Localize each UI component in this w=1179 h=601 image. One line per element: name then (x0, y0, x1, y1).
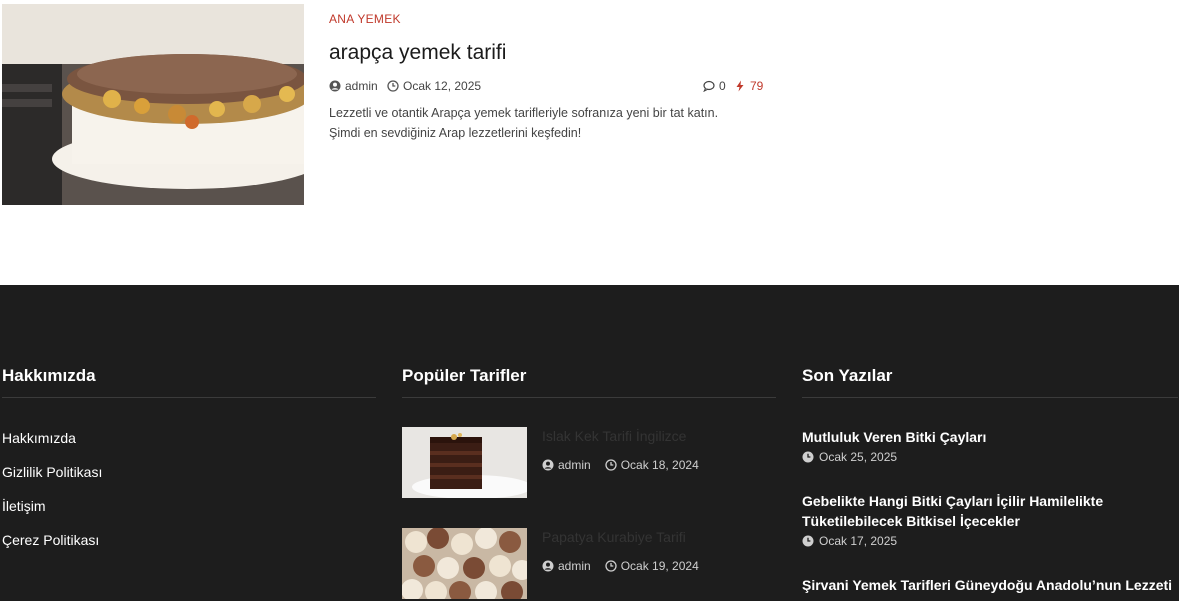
recent-divider (802, 397, 1178, 398)
post-date: Ocak 12, 2025 (387, 79, 481, 93)
bolt-icon (736, 80, 744, 92)
site-footer: Hakkımızda Hakkımızda Gizlilik Politikas… (0, 285, 1179, 601)
clock-icon (802, 451, 814, 463)
recent-post-date-text: Ocak 17, 2025 (819, 534, 898, 548)
recent-post: Gebelikte Hangi Bitki Çayları İçilir Ham… (802, 491, 1178, 548)
footer-link-cookies[interactable]: Çerez Politikası (2, 532, 102, 566)
popular-item-title[interactable]: Papatya Kurabiye Tarifi (542, 529, 686, 545)
popular-item-date: Ocak 18, 2024 (620, 458, 699, 472)
recent-post-title[interactable]: Mutluluk Veren Bitki Çayları (802, 427, 1178, 447)
user-circle-icon (542, 459, 554, 471)
popular-item-date: Ocak 19, 2024 (620, 559, 699, 573)
footer-link-contact[interactable]: İletişim (2, 498, 102, 532)
post-meta: admin Ocak 12, 2025 0 79 (329, 79, 763, 97)
popular-item-title[interactable]: Islak Kek Tarifi İngilizce (542, 428, 686, 444)
footer-link-privacy[interactable]: Gizlilik Politikası (2, 464, 102, 498)
cookies-image (402, 528, 527, 599)
recent-post-date: Ocak 17, 2025 (802, 534, 1178, 548)
recent-post: Şirvani Yemek Tarifleri Güneydoğu Anadol… (802, 575, 1178, 595)
about-divider (2, 397, 376, 398)
clock-icon (802, 535, 814, 547)
post-card: ANA YEMEK arapça yemek tarifi admin Ocak… (0, 0, 1179, 285)
recent-post-date-text: Ocak 25, 2025 (819, 450, 898, 464)
popular-item-author[interactable]: admin (558, 458, 591, 472)
recent-post: Mutluluk Veren Bitki Çayları Ocak 25, 20… (802, 427, 1178, 464)
post-author-name: admin (345, 79, 378, 93)
user-circle-icon (542, 560, 554, 572)
clock-icon (387, 80, 399, 92)
food-image (2, 4, 304, 205)
popular-item-meta: admin Ocak 19, 2024 (542, 559, 699, 573)
popular-divider (402, 397, 776, 398)
post-thumbnail[interactable] (2, 4, 304, 205)
clock-icon (605, 560, 617, 572)
recent-post-title[interactable]: Gebelikte Hangi Bitki Çayları İçilir Ham… (802, 491, 1178, 531)
comment-icon (703, 80, 715, 92)
recent-heading: Son Yazılar (802, 366, 893, 385)
recent-post-date: Ocak 25, 2025 (802, 450, 1178, 464)
post-category[interactable]: ANA YEMEK (329, 12, 401, 26)
popular-item-author[interactable]: admin (558, 559, 591, 573)
post-author[interactable]: admin (329, 79, 378, 93)
post-title[interactable]: arapça yemek tarifi (329, 41, 759, 65)
popular-heading: Popüler Tarifler (402, 366, 527, 385)
popular-item-thumbnail[interactable] (402, 427, 527, 498)
clock-icon (605, 459, 617, 471)
cake-image (402, 427, 527, 498)
about-links: Hakkımızda Gizlilik Politikası İletişim … (2, 430, 102, 566)
post-views-count: 79 (750, 79, 764, 93)
footer-link-about[interactable]: Hakkımızda (2, 430, 102, 464)
popular-item[interactable]: Islak Kek Tarifi İngilizce admin Ocak 18… (402, 427, 776, 499)
popular-item-meta: admin Ocak 18, 2024 (542, 458, 699, 472)
post-excerpt: Lezzetli ve otantik Arapça yemek tarifle… (329, 106, 719, 140)
post-date-text: Ocak 12, 2025 (403, 79, 482, 93)
popular-item[interactable]: Papatya Kurabiye Tarifi admin Ocak 19, 2… (402, 528, 776, 600)
post-comments[interactable]: 0 (703, 79, 726, 93)
about-heading: Hakkımızda (2, 366, 96, 385)
popular-item-thumbnail[interactable] (402, 528, 527, 599)
post-comments-count: 0 (719, 79, 726, 93)
post-views: 79 (734, 79, 763, 93)
post-body: ANA YEMEK arapça yemek tarifi admin Ocak… (329, 8, 763, 143)
user-circle-icon (329, 80, 341, 92)
recent-post-title[interactable]: Şirvani Yemek Tarifleri Güneydoğu Anadol… (802, 575, 1178, 595)
